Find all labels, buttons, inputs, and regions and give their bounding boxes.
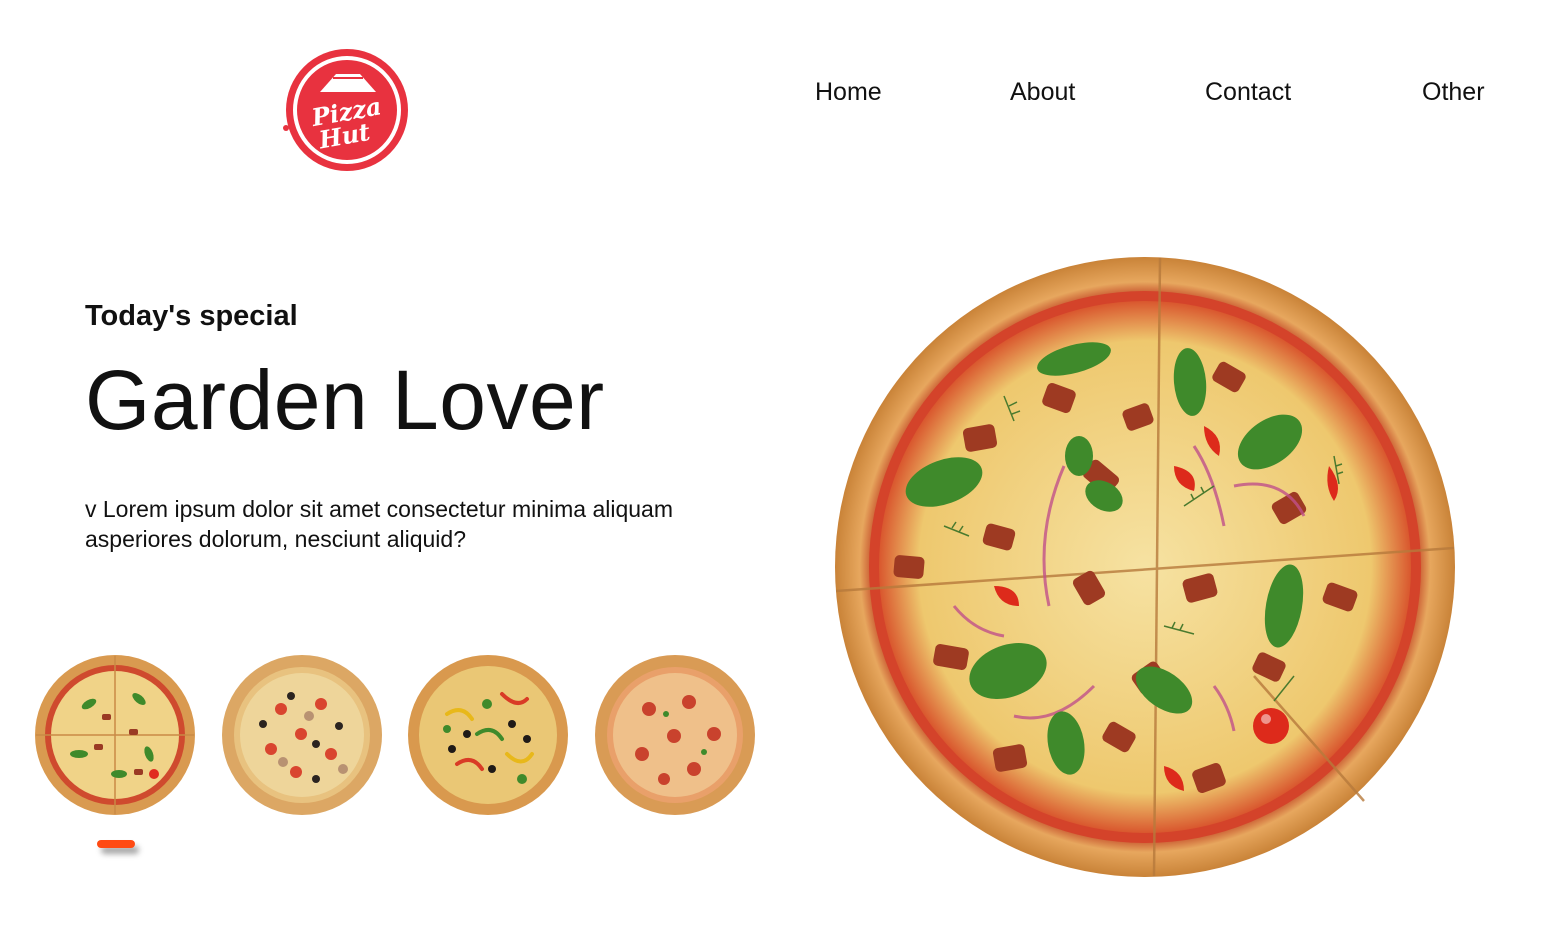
featured-pizza-image	[834, 256, 1456, 878]
nav-about-link[interactable]: About	[1010, 78, 1075, 107]
pizza-veggie-supreme-icon	[408, 655, 568, 815]
landing-page: Pizza Hut Home About Contact Other Today…	[0, 0, 1553, 938]
pizza-hero-icon	[835, 257, 1455, 877]
nav-contact-link[interactable]: Contact	[1205, 78, 1291, 107]
todays-special-label: Today's special	[85, 300, 298, 332]
pizza-garden-lover-icon	[35, 655, 195, 815]
pizza-title: Garden Lover	[85, 353, 605, 447]
pizza-pepperoni-icon	[595, 655, 755, 815]
carousel-active-indicator	[97, 840, 135, 848]
main-nav: Home About Contact Other	[0, 78, 1553, 112]
thumbnail-mushroom-olive[interactable]	[221, 654, 383, 816]
thumbnail-pepperoni[interactable]	[594, 654, 756, 816]
nav-other-link[interactable]: Other	[1422, 78, 1485, 107]
thumbnail-garden-lover[interactable]	[34, 654, 196, 816]
nav-home-link[interactable]: Home	[815, 78, 882, 107]
thumbnail-veggie-supreme[interactable]	[407, 654, 569, 816]
pizza-description: v Lorem ipsum dolor sit amet consectetur…	[85, 496, 674, 552]
pizza-mushroom-olive-icon	[222, 655, 382, 815]
